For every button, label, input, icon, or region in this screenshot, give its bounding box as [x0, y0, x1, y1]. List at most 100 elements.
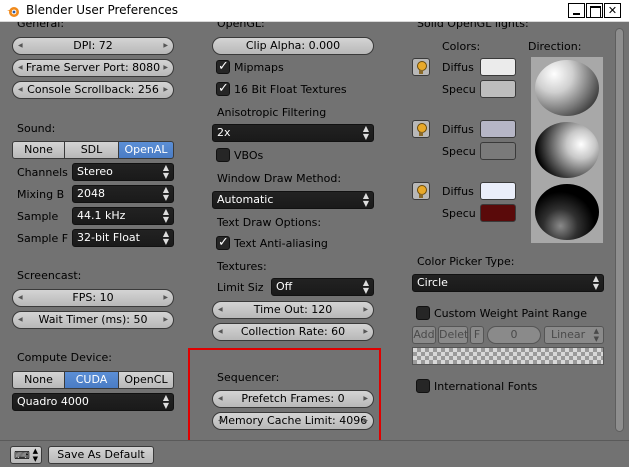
sound-none-toggle[interactable]: None [12, 141, 65, 159]
light-1-diffuse-label: Diffus [442, 61, 474, 74]
international-fonts-label: International Fonts [434, 380, 538, 393]
ramp-interpolation-dropdown[interactable]: Linear ▲ ▼ [544, 326, 604, 344]
dpi-field[interactable]: DPI: 72 [12, 37, 174, 55]
screencast-heading: Screencast: [17, 269, 82, 282]
minimize-button[interactable] [568, 3, 585, 18]
title-bar: Blender User Preferences ✕ [0, 0, 629, 22]
prefetch-frames-field[interactable]: Prefetch Frames: 0 [212, 390, 374, 408]
console-scrollback-field[interactable]: Console Scrollback: 256 [12, 81, 174, 99]
vbos-label: VBOs [234, 149, 264, 162]
light-2-specular-swatch[interactable] [480, 142, 516, 160]
light-1-direction-preview[interactable] [531, 57, 603, 119]
vbos-checkbox[interactable] [216, 148, 230, 162]
preferences-content: General: DPI: 72 Frame Server Port: 8080… [0, 22, 629, 440]
window-title: Blender User Preferences [26, 3, 179, 17]
time-out-field[interactable]: Time Out: 120 [212, 301, 374, 319]
ramp-add-button[interactable]: Add [412, 326, 436, 344]
solid-lights-heading: Solid OpenGL lights: [417, 22, 529, 30]
collection-rate-field[interactable]: Collection Rate: 60 [212, 323, 374, 341]
channels-value: Stereo [77, 165, 113, 178]
light-1-sphere [535, 60, 599, 116]
channels-dropdown[interactable]: Stereo ▲ ▼ [72, 163, 174, 181]
color-ramp-preview[interactable] [412, 347, 604, 365]
international-fonts-checkbox[interactable] [416, 379, 430, 393]
light-3-diffuse-label: Diffus [442, 185, 474, 198]
scrollbar-thumb[interactable] [615, 28, 624, 432]
light-2-direction-preview[interactable] [531, 119, 603, 181]
updown-arrows-icon: ▲ ▼ [362, 278, 369, 295]
updown-arrows-icon: ▲ ▼ [162, 229, 169, 246]
mixing-buffer-dropdown[interactable]: 2048 ▲ ▼ [72, 185, 174, 203]
frame-server-port-field[interactable]: Frame Server Port: 8080 [12, 59, 174, 77]
memory-cache-limit-field[interactable]: Memory Cache Limit: 4096 [212, 412, 374, 430]
direction-label: Direction: [528, 40, 582, 53]
colors-label: Colors: [442, 40, 481, 53]
updown-arrows-icon: ▲ ▼ [162, 163, 169, 180]
anisotropic-filtering-label: Anisotropic Filtering [217, 106, 327, 119]
color-picker-type-dropdown[interactable]: Circle ▲ ▼ [412, 274, 604, 292]
updown-arrows-icon: ▲ ▼ [162, 393, 169, 410]
sample-rate-dropdown[interactable]: 44.1 kHz ▲ ▼ [72, 207, 174, 225]
light-3-diffuse-swatch[interactable] [480, 182, 516, 200]
clip-alpha-field[interactable]: Clip Alpha: 0.000 [212, 37, 374, 55]
light-2-specular-label: Specu [442, 145, 476, 158]
save-as-default-button[interactable]: Save As Default [48, 446, 154, 464]
compute-device-value: Quadro 4000 [17, 395, 89, 408]
updown-arrows-icon: ▲ ▼ [362, 191, 369, 208]
sample-rate-value: 44.1 kHz [77, 209, 126, 222]
light-3-direction-preview[interactable] [531, 181, 603, 243]
fps-field[interactable]: FPS: 10 [12, 289, 174, 307]
blender-logo-icon [7, 7, 19, 17]
window-draw-method-dropdown[interactable]: Automatic ▲ ▼ [212, 191, 374, 209]
sequencer-heading: Sequencer: [217, 371, 280, 384]
limit-size-value: Off [276, 280, 293, 293]
ramp-active-field[interactable]: 0 [487, 326, 541, 344]
updown-arrows-icon: ▲ ▼ [593, 327, 599, 343]
vertical-scrollbar[interactable] [612, 22, 629, 440]
sample-format-dropdown[interactable]: 32-bit Float ▲ ▼ [72, 229, 174, 247]
close-button[interactable]: ✕ [604, 3, 621, 18]
compute-device-dropdown[interactable]: Quadro 4000 ▲ ▼ [12, 393, 174, 411]
updown-arrows-icon: ▲ ▼ [362, 124, 369, 141]
text-draw-options-label: Text Draw Options: [217, 216, 322, 229]
custom-weight-paint-checkbox[interactable] [416, 306, 430, 320]
light-2-toggle-icon[interactable] [412, 120, 430, 138]
ramp-delete-button[interactable]: Delet [438, 326, 468, 344]
limit-size-label: Limit Siz [217, 281, 264, 294]
sample-format-label: Sample F [17, 232, 69, 245]
sample-rate-label: Sample [17, 210, 59, 223]
light-1-specular-swatch[interactable] [480, 80, 516, 98]
float-textures-label: 16 Bit Float Textures [234, 83, 347, 96]
light-2-diffuse-swatch[interactable] [480, 120, 516, 138]
editor-type-button[interactable]: ⌨ ▲ ▼ [10, 446, 42, 464]
light-1-toggle-icon[interactable] [412, 58, 430, 76]
sound-sdl-toggle[interactable]: SDL [65, 141, 119, 159]
updown-arrows-icon: ▲ ▼ [592, 274, 599, 291]
window-draw-method-value: Automatic [217, 193, 274, 206]
compute-device-heading: Compute Device: [17, 351, 112, 364]
light-1-diffuse-swatch[interactable] [480, 58, 516, 76]
window-draw-method-label: Window Draw Method: [217, 172, 342, 185]
compute-opencl-toggle[interactable]: OpenCL [119, 371, 174, 389]
opengl-heading: OpenGL: [217, 22, 265, 30]
text-anti-aliasing-label: Text Anti-aliasing [234, 237, 328, 250]
ramp-flip-button[interactable]: F [470, 326, 484, 344]
wait-timer-field[interactable]: Wait Timer (ms): 50 [12, 311, 174, 329]
mipmaps-checkbox[interactable] [216, 59, 230, 74]
compute-cuda-toggle[interactable]: CUDA [65, 371, 119, 389]
text-anti-aliasing-checkbox[interactable] [216, 235, 230, 250]
float-textures-checkbox[interactable] [216, 81, 230, 96]
maximize-button[interactable] [586, 3, 603, 18]
light-3-toggle-icon[interactable] [412, 182, 430, 200]
preferences-icon: ⌨ [14, 449, 30, 462]
light-2-diffuse-label: Diffus [442, 123, 474, 136]
footer-bar: ⌨ ▲ ▼ Save As Default [0, 440, 629, 467]
limit-size-dropdown[interactable]: Off ▲ ▼ [271, 278, 374, 296]
textures-label: Textures: [217, 260, 267, 273]
anisotropic-filtering-dropdown[interactable]: 2x ▲ ▼ [212, 124, 374, 142]
light-2-sphere [535, 122, 599, 178]
light-3-specular-swatch[interactable] [480, 204, 516, 222]
sound-openal-toggle[interactable]: OpenAL [119, 141, 174, 159]
sample-format-value: 32-bit Float [77, 231, 140, 244]
compute-none-toggle[interactable]: None [12, 371, 65, 389]
